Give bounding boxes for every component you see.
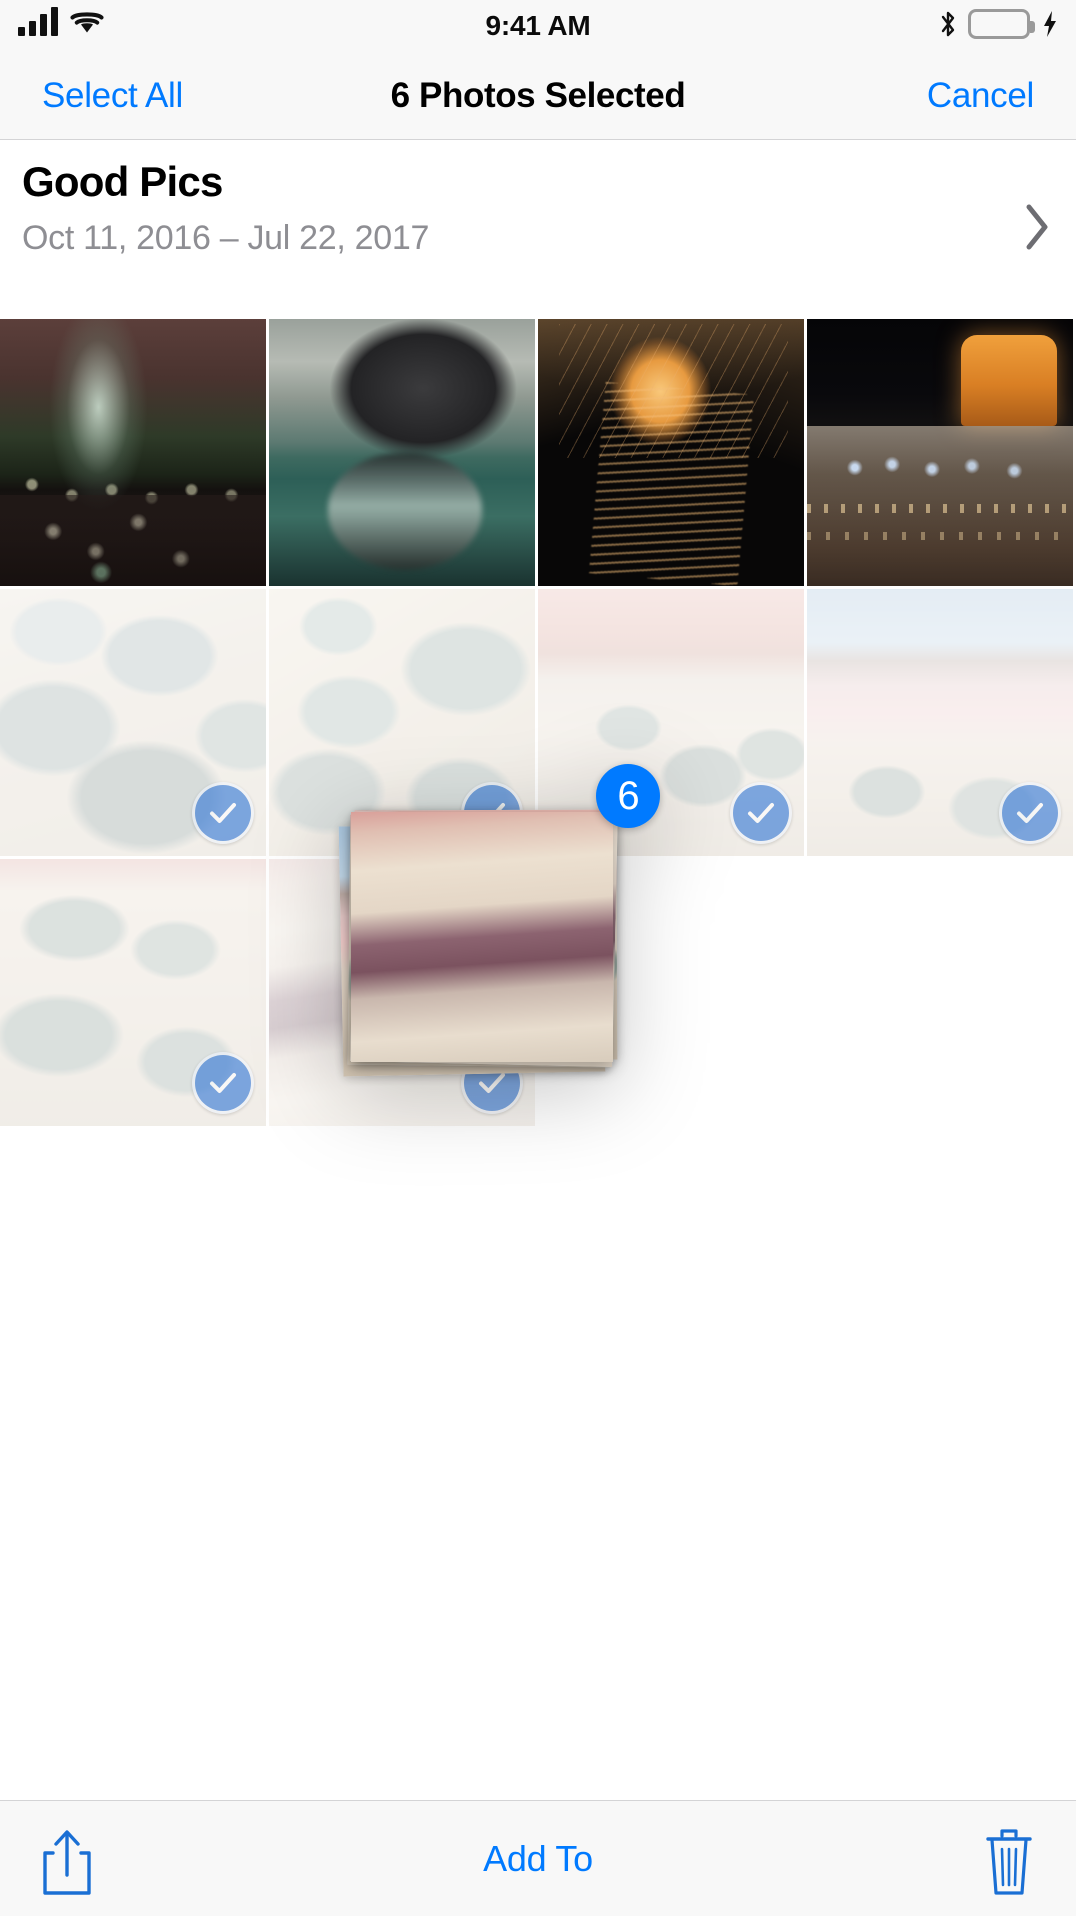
photo-thumbnail[interactable] bbox=[807, 589, 1076, 859]
photo-thumbnail[interactable] bbox=[538, 319, 807, 589]
battery-icon bbox=[968, 9, 1035, 39]
status-bar-clock: 9:41 AM bbox=[485, 10, 591, 41]
bottom-toolbar: Add To bbox=[0, 1800, 1076, 1916]
navigation-bar: Select All 6 Photos Selected Cancel bbox=[0, 52, 1076, 140]
photo-thumbnail-image bbox=[538, 319, 804, 586]
photo-thumbnail[interactable] bbox=[0, 859, 269, 1129]
photo-thumbnail-image bbox=[807, 319, 1073, 586]
album-date-range: Oct 11, 2016 – Jul 22, 2017 bbox=[22, 219, 430, 257]
checkmark-circle-icon[interactable] bbox=[192, 782, 254, 844]
add-to-button[interactable]: Add To bbox=[0, 1801, 1076, 1916]
checkmark-circle-icon[interactable] bbox=[730, 782, 792, 844]
trash-can-icon[interactable] bbox=[978, 1827, 1040, 1897]
photo-thumbnail-image bbox=[269, 319, 535, 586]
photos-selection-screen: 9:41 AM Select All 6 Photos Selected Can… bbox=[0, 0, 1076, 1916]
bluetooth-icon bbox=[938, 8, 958, 40]
photo-thumbnail[interactable] bbox=[269, 319, 538, 589]
drag-preview-card bbox=[351, 812, 613, 1062]
cancel-button[interactable]: Cancel bbox=[927, 76, 1034, 116]
lightning-bolt-icon bbox=[1040, 8, 1060, 40]
photo-thumbnail[interactable] bbox=[807, 319, 1076, 589]
page-title: 6 Photos Selected bbox=[390, 75, 686, 115]
album-title: Good Pics bbox=[22, 158, 223, 205]
chevron-right-icon[interactable] bbox=[1022, 201, 1052, 253]
status-bar-right-group bbox=[938, 8, 1060, 40]
drag-preview-image bbox=[351, 812, 613, 1062]
drag-preview-stack[interactable]: 6 bbox=[338, 764, 660, 1077]
album-header-row[interactable]: Good Pics Oct 11, 2016 – Jul 22, 2017 bbox=[0, 141, 1076, 319]
checkmark-circle-icon[interactable] bbox=[999, 782, 1061, 844]
photo-thumbnail[interactable] bbox=[0, 589, 269, 859]
photo-thumbnail[interactable] bbox=[0, 319, 269, 589]
status-bar: 9:41 AM bbox=[0, 0, 1076, 52]
photo-thumbnail-image bbox=[0, 319, 266, 586]
drag-count-badge: 6 bbox=[596, 764, 660, 828]
checkmark-circle-icon[interactable] bbox=[192, 1052, 254, 1114]
